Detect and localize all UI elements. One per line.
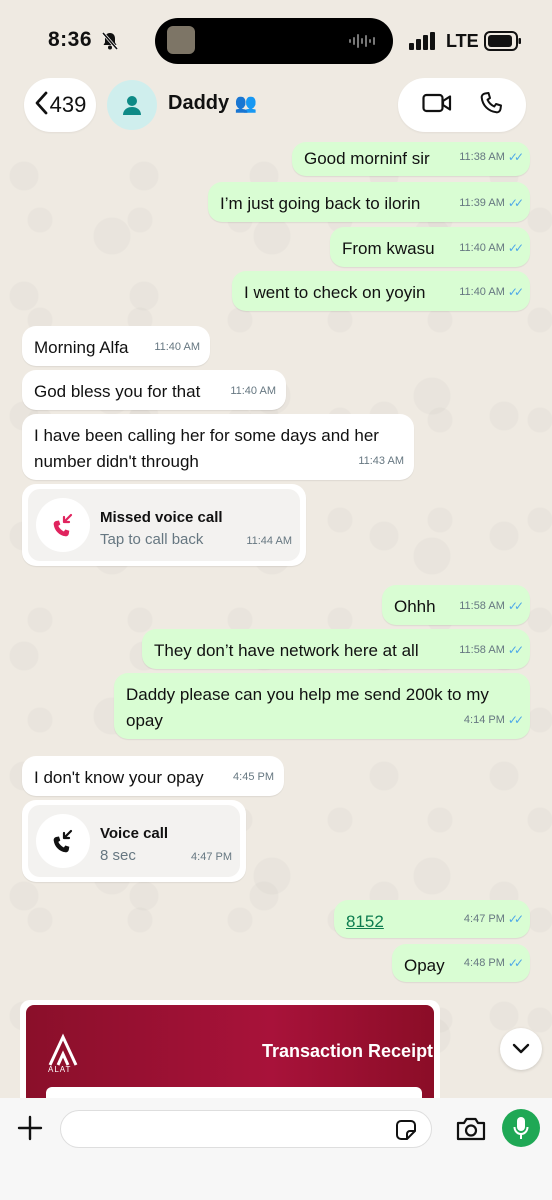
- contact-avatar[interactable]: [107, 80, 157, 130]
- read-ticks-icon: ✓✓: [507, 241, 524, 255]
- receipt-image-message[interactable]: ALAT Transaction Receipt: [20, 1000, 440, 1110]
- battery-icon: [484, 31, 522, 51]
- contact-name[interactable]: Daddy 👥: [168, 92, 257, 115]
- message-outgoing[interactable]: Good morninf sir 11:38 AM ✓✓: [292, 142, 530, 176]
- missed-call-icon: [36, 498, 90, 552]
- voice-call-message[interactable]: Voice call 8 sec 4:47 PM: [22, 800, 246, 882]
- incoming-call-icon: [36, 814, 90, 868]
- missed-call-message[interactable]: Missed voice call Tap to call back 11:44…: [22, 484, 306, 566]
- call-actions: [398, 78, 526, 132]
- video-call-icon[interactable]: [421, 92, 452, 119]
- sticker-icon[interactable]: [394, 1118, 418, 1142]
- message-outgoing[interactable]: Opay 4:48 PM ✓✓: [392, 944, 530, 982]
- read-ticks-icon: ✓✓: [507, 956, 524, 970]
- network-type: LTE: [446, 31, 479, 51]
- silent-bell-icon: [101, 31, 119, 51]
- receipt-image: ALAT Transaction Receipt: [26, 1005, 434, 1110]
- read-ticks-icon: ✓✓: [507, 150, 524, 164]
- message-incoming[interactable]: Morning Alfa 11:40 AM: [22, 326, 210, 366]
- message-outgoing[interactable]: I went to check on yoyin 11:40 AM ✓✓: [232, 271, 530, 311]
- read-ticks-icon: ✓✓: [507, 599, 524, 613]
- receipt-title: Transaction Receipt: [262, 1041, 434, 1061]
- status-time: 8:36: [48, 28, 93, 51]
- read-ticks-icon: ✓✓: [507, 643, 524, 657]
- message-input[interactable]: [60, 1110, 432, 1148]
- microphone-button[interactable]: [502, 1109, 540, 1147]
- read-ticks-icon: ✓✓: [507, 285, 524, 299]
- back-button[interactable]: 439: [24, 78, 96, 132]
- person-icon: [123, 96, 141, 115]
- message-outgoing[interactable]: Ohhh 11:58 AM ✓✓: [382, 585, 530, 625]
- phone-number-link[interactable]: 8152: [346, 912, 384, 931]
- phone-icon[interactable]: [479, 91, 503, 120]
- message-incoming[interactable]: I have been calling her for some days an…: [22, 414, 414, 480]
- media-thumbnail: [167, 26, 195, 54]
- signal-bars-icon: [409, 32, 437, 50]
- read-ticks-icon: ✓✓: [507, 196, 524, 210]
- dynamic-island: [155, 18, 393, 64]
- call-subtitle: 8 sec: [100, 847, 136, 864]
- plus-icon[interactable]: [16, 1114, 44, 1142]
- audio-wave-icon: [349, 32, 375, 50]
- receipt-brand: ALAT: [48, 1065, 72, 1074]
- message-incoming[interactable]: I don't know your opay 4:45 PM: [22, 756, 284, 796]
- message-outgoing[interactable]: Daddy please can you help me send 200k t…: [114, 673, 530, 739]
- message-outgoing[interactable]: 8152 4:47 PM ✓✓: [334, 900, 530, 938]
- message-outgoing[interactable]: I’m just going back to ilorin 11:39 AM ✓✓: [208, 182, 530, 222]
- scroll-down-button[interactable]: [500, 1028, 542, 1070]
- chevron-down-icon: [512, 1043, 530, 1054]
- camera-icon[interactable]: [455, 1116, 487, 1142]
- microphone-icon: [513, 1117, 529, 1139]
- call-subtitle: Tap to call back: [100, 531, 204, 548]
- chevron-left-icon: [34, 91, 48, 120]
- read-ticks-icon: ✓✓: [507, 912, 524, 926]
- message-outgoing[interactable]: They don’t have network here at all 11:5…: [142, 629, 530, 669]
- message-incoming[interactable]: God bless you for that 11:40 AM: [22, 370, 286, 410]
- contact-emoji: 👥: [234, 93, 258, 113]
- unread-count: 439: [49, 92, 87, 117]
- read-ticks-icon: ✓✓: [507, 713, 524, 727]
- message-outgoing[interactable]: From kwasu 11:40 AM ✓✓: [330, 227, 530, 267]
